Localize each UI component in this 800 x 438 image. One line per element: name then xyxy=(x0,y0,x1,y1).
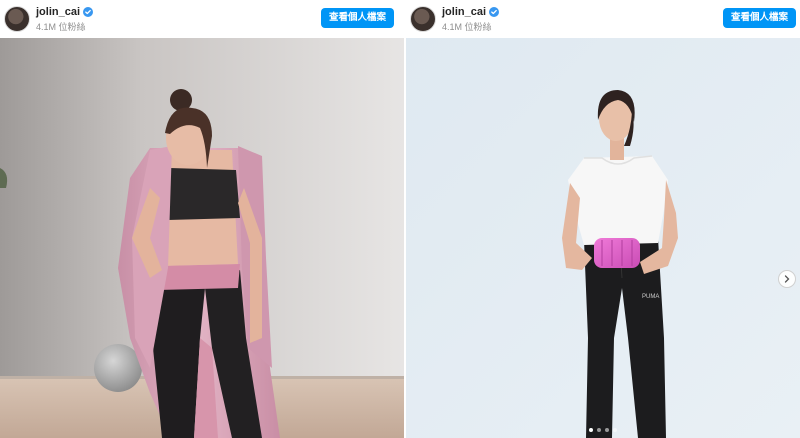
verified-badge-icon xyxy=(83,7,94,17)
username-row: jolin_cai xyxy=(36,6,94,18)
carousel-dot xyxy=(589,428,593,432)
post-photo[interactable] xyxy=(0,38,404,438)
username-link[interactable]: jolin_cai xyxy=(36,6,80,18)
photo-white-top-pink-bag: PUMA xyxy=(406,38,800,438)
carousel-next-button[interactable] xyxy=(778,270,796,288)
follower-count: 4.1M 位粉絲 xyxy=(442,22,492,32)
verified-badge-icon xyxy=(489,7,500,17)
carousel-dot xyxy=(613,428,617,432)
view-profile-button[interactable]: 查看個人檔案 xyxy=(722,8,796,28)
post-header: jolin_cai 4.1M 位粉絲 查看個人檔案 xyxy=(0,0,404,38)
follower-count: 4.1M 位粉絲 xyxy=(36,22,86,32)
carousel-dot xyxy=(597,428,601,432)
post-embed-left: jolin_cai 4.1M 位粉絲 查看個人檔案 xyxy=(0,0,404,438)
carousel-dot xyxy=(605,428,609,432)
profile-avatar[interactable] xyxy=(410,6,436,32)
username-link[interactable]: jolin_cai xyxy=(442,6,486,18)
post-photo[interactable]: PUMA xyxy=(406,38,800,438)
carousel-indicator xyxy=(406,428,800,432)
username-row: jolin_cai xyxy=(442,6,500,18)
pants-logo-text: PUMA xyxy=(642,294,659,300)
photo-sportswear-pink xyxy=(0,38,404,438)
post-header: jolin_cai 4.1M 位粉絲 查看個人檔案 xyxy=(406,0,800,38)
profile-avatar[interactable] xyxy=(4,6,30,32)
post-embed-right: jolin_cai 4.1M 位粉絲 查看個人檔案 PUMA xyxy=(406,0,800,438)
view-profile-button[interactable]: 查看個人檔案 xyxy=(320,8,394,28)
chevron-right-icon xyxy=(784,275,790,283)
